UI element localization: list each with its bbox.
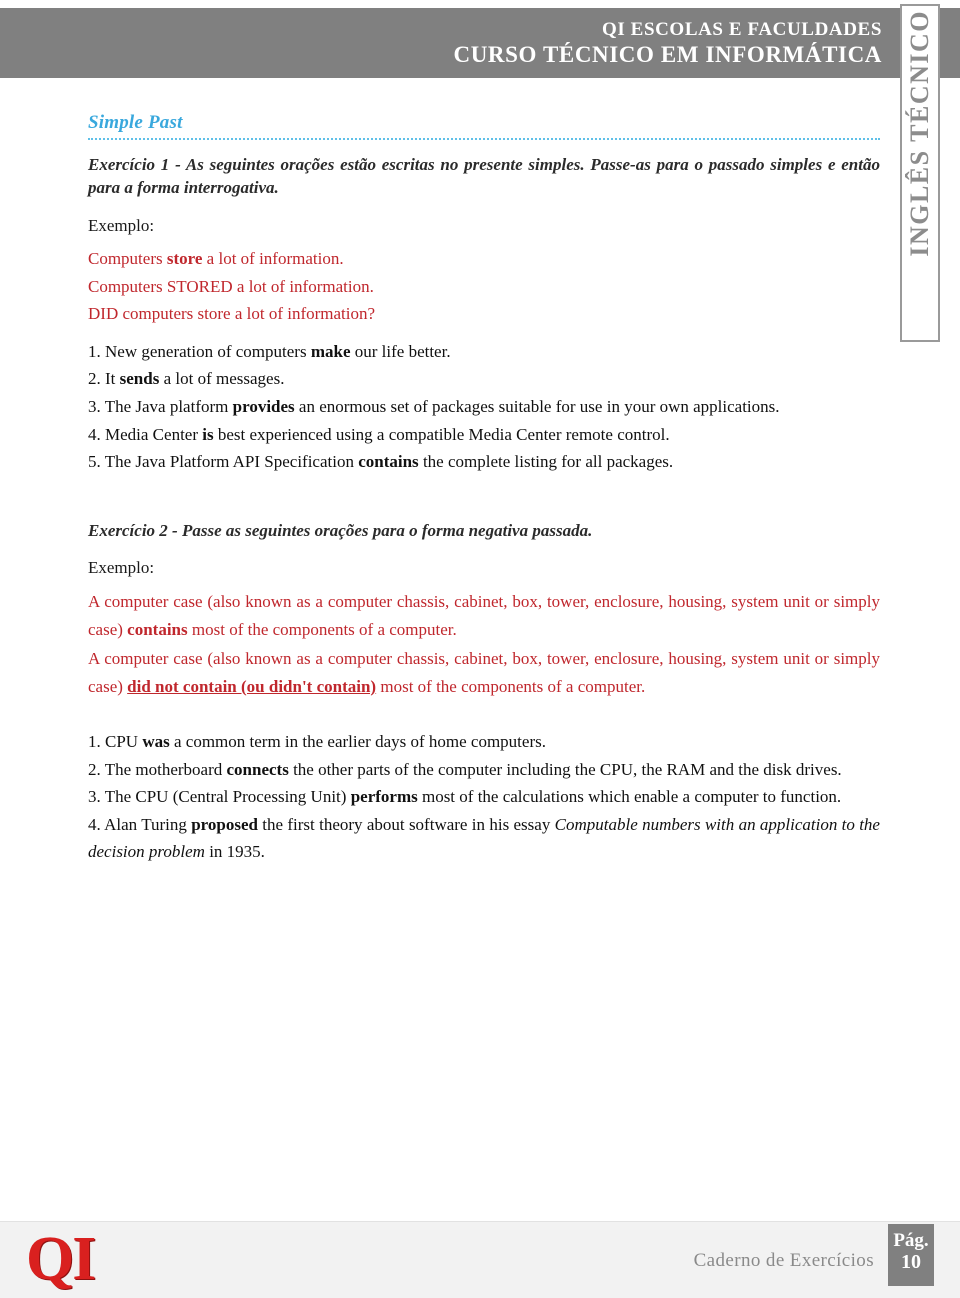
e2item4-verb: proposed bbox=[191, 814, 258, 834]
item3-verb: provides bbox=[232, 396, 295, 416]
course-name: CURSO TÉCNICO EM INFORMÁTICA bbox=[453, 42, 882, 68]
e2item3-post: most of the calculations which enable a … bbox=[417, 787, 842, 807]
ex1-ex1-verb: store bbox=[166, 249, 203, 269]
exercise-1-item-1: 1. New generation of computers make our … bbox=[88, 338, 880, 366]
e2item4-pre: 4. Alan Turing bbox=[88, 814, 192, 834]
page-header-bar: QI ESCOLAS E FACULDADES CURSO TÉCNICO EM… bbox=[0, 8, 960, 78]
exercise-1-example-label: Exemplo: bbox=[88, 215, 155, 235]
item2-post: a lot of messages. bbox=[159, 369, 285, 389]
exercise-2-example-after: A computer case (also known as a compute… bbox=[88, 645, 880, 700]
item1-post: our life better. bbox=[350, 341, 451, 361]
exercise-1-example-line-3: DID computers store a lot of information… bbox=[88, 304, 376, 324]
page-label: Pág. bbox=[893, 1230, 929, 1251]
e2item1-pre: 1. CPU bbox=[88, 732, 143, 752]
e2item4-mid: the first theory about software in his e… bbox=[257, 814, 555, 834]
ex2-before-verb: contains bbox=[127, 619, 188, 639]
item2-verb: sends bbox=[119, 369, 160, 389]
ex1-ex1-pre: Computers bbox=[88, 249, 167, 269]
document-content: Simple Past Exercício 1 - As seguintes o… bbox=[88, 112, 880, 866]
item4-pre: 4. Media Center bbox=[88, 424, 203, 444]
item5-pre: 5. The Java Platform API Specification bbox=[88, 452, 359, 472]
ex2-before-post: most of the components of a computer. bbox=[187, 619, 457, 639]
ex1-ex1-post: a lot of information. bbox=[202, 249, 344, 269]
item3-pre: 3. The Java platform bbox=[88, 396, 233, 416]
e2item2-post: the other parts of the computer includin… bbox=[288, 759, 842, 779]
e2item4-post: in 1935. bbox=[204, 842, 265, 862]
exercise-1-instruction: Exercício 1 - As seguintes orações estão… bbox=[88, 155, 880, 197]
subject-side-tab: INGLÊS TÉCNICO bbox=[900, 4, 940, 342]
exercise-1-example-line-1: Computers store a lot of information. bbox=[88, 245, 880, 273]
e2item2-verb: connects bbox=[226, 759, 289, 779]
page-title: Simple Past bbox=[88, 112, 183, 133]
exercise-1-item-2: 2. It sends a lot of messages. bbox=[88, 365, 880, 393]
exercise-1-example-line-2: Computers STORED a lot of information. bbox=[88, 276, 374, 296]
page-footer: QI Caderno de Exercícios Pág. 10 bbox=[0, 1221, 960, 1298]
exercise-2-example-label: Exemplo: bbox=[88, 558, 155, 578]
item4-verb: is bbox=[202, 424, 214, 444]
ex2-after-post: most of the components of a computer. bbox=[376, 676, 646, 696]
e2item1-post: a common term in the earlier days of hom… bbox=[169, 732, 546, 752]
page-number: 10 bbox=[901, 1250, 921, 1273]
exercise-2-example-before: A computer case (also known as a compute… bbox=[88, 588, 880, 643]
item4-post: best experienced using a compatible Medi… bbox=[213, 424, 670, 444]
heading-divider bbox=[88, 138, 880, 140]
e2item2-pre: 2. The motherboard bbox=[88, 759, 227, 779]
exercise-1-item-4: 4. Media Center is best experienced usin… bbox=[88, 421, 880, 449]
qi-logo: QI bbox=[26, 1225, 96, 1293]
exercise-1-item-3: 3. The Java platform provides an enormou… bbox=[88, 393, 880, 421]
e2item3-pre: 3. The CPU (Central Processing Unit) bbox=[88, 787, 351, 807]
e2item3-verb: performs bbox=[350, 787, 418, 807]
exercise-2-item-1: 1. CPU was a common term in the earlier … bbox=[88, 728, 880, 756]
header-title-group: QI ESCOLAS E FACULDADES CURSO TÉCNICO EM… bbox=[454, 18, 883, 69]
item2-pre: 2. It bbox=[88, 369, 120, 389]
page-number-badge: Pág. 10 bbox=[888, 1224, 934, 1286]
item3-post: an enormous set of packages suitable for… bbox=[294, 396, 780, 416]
exercise-2-item-2: 2. The motherboard connects the other pa… bbox=[88, 756, 880, 784]
exercise-2-instruction: Exercício 2 - Passe as seguintes orações… bbox=[88, 520, 593, 540]
item1-verb: make bbox=[310, 341, 351, 361]
subject-side-tab-label: INGLÊS TÉCNICO bbox=[904, 10, 934, 257]
exercise-2-item-4: 4. Alan Turing proposed the first theory… bbox=[88, 811, 880, 866]
e2item1-verb: was bbox=[142, 732, 170, 752]
footer-caption: Caderno de Exercícios bbox=[693, 1250, 874, 1271]
item5-post: the complete listing for all packages. bbox=[418, 452, 674, 472]
exercise-2-item-3: 3. The CPU (Central Processing Unit) per… bbox=[88, 783, 880, 811]
exercise-1-item-5: 5. The Java Platform API Specification c… bbox=[88, 448, 880, 476]
ex2-after-verb: did not contain (ou didn't contain) bbox=[127, 676, 377, 696]
item1-pre: 1. New generation of computers bbox=[88, 341, 311, 361]
institution-name: QI ESCOLAS E FACULDADES bbox=[601, 19, 882, 40]
item5-verb: contains bbox=[358, 452, 419, 472]
